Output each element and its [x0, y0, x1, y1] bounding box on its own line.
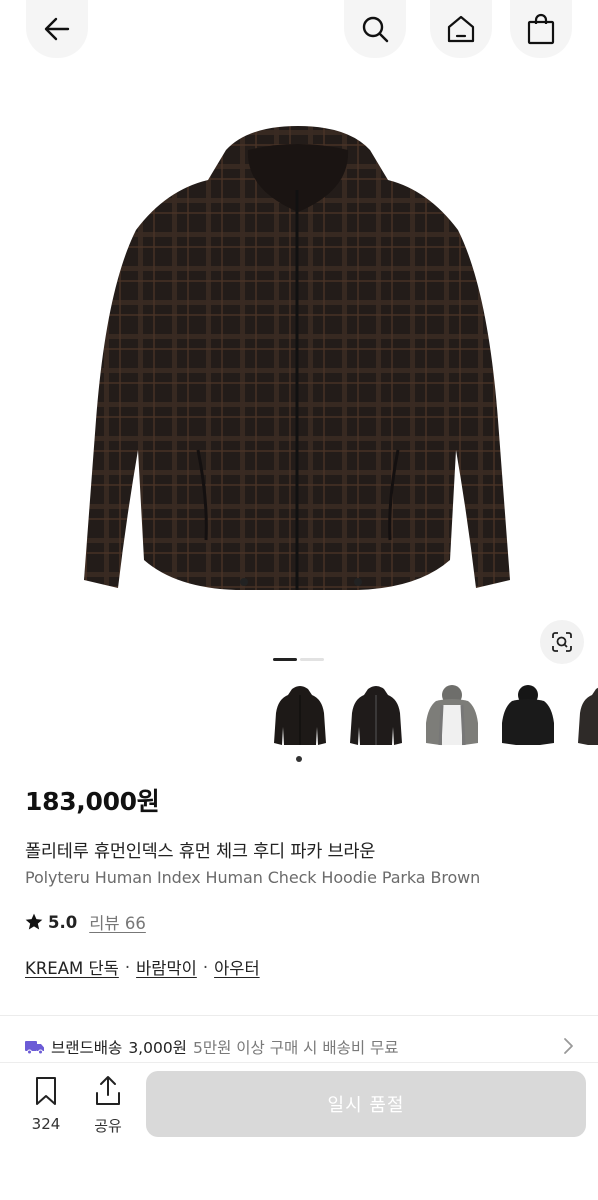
product-rating: 5.0 리뷰 66	[24, 910, 146, 934]
pagination-segment	[273, 658, 297, 661]
sold-out-button[interactable]: 일시 품절	[146, 1071, 586, 1137]
product-price: 183,000원	[25, 787, 160, 816]
truck-icon	[25, 1041, 44, 1055]
shopping-bag-button[interactable]	[510, 0, 572, 58]
rating-score: 5.0	[48, 912, 78, 932]
thumbnail-item[interactable]	[490, 678, 566, 754]
arrow-left-icon	[44, 17, 70, 41]
tag-separator: ·	[124, 957, 131, 977]
share-icon	[96, 1076, 120, 1105]
thumbnail-item[interactable]	[414, 678, 490, 754]
shipping-note: 5만원 이상 구매 시 배송비 무료	[192, 1039, 399, 1057]
back-button[interactable]	[26, 0, 88, 58]
thumbnail-item[interactable]	[338, 678, 414, 754]
product-tags: KREAM 단독 · 바람막이 · 아우터	[25, 955, 260, 979]
top-navigation-bar	[0, 0, 598, 60]
shipping-label: 브랜드배송	[51, 1039, 123, 1057]
thumbnail-image	[274, 686, 326, 745]
shipping-info-row[interactable]: 브랜드배송 3,000원 5만원 이상 구매 시 배송비 무료	[25, 1036, 575, 1058]
gallery-pagination	[273, 658, 324, 661]
home-button[interactable]	[430, 0, 492, 58]
search-icon	[362, 16, 389, 43]
bookmark-icon	[36, 1077, 56, 1105]
home-icon	[447, 15, 475, 43]
save-count: 324	[31, 1115, 61, 1133]
section-divider	[0, 1015, 598, 1016]
thumbnail-image	[426, 685, 478, 746]
save-button[interactable]: 324	[22, 1075, 70, 1133]
tag-windbreaker[interactable]: 바람막이	[136, 955, 197, 979]
thumbnail-image	[578, 687, 598, 745]
thumbnail-image	[350, 686, 402, 745]
search-button[interactable]	[344, 0, 406, 58]
shopping-bag-icon	[527, 13, 555, 45]
pagination-segment	[300, 658, 324, 661]
bottom-action-bar: 324 공유 일시 품절	[0, 1062, 598, 1200]
review-link[interactable]: 리뷰 66	[89, 910, 146, 934]
share-label: 공유	[94, 1117, 122, 1135]
thumbnail-selected-indicator	[296, 756, 302, 762]
thumbnail-strip[interactable]	[262, 678, 598, 762]
star-icon	[25, 913, 43, 930]
product-title-korean: 폴리테루 휴먼인덱스 휴먼 체크 후디 파카 브라운	[25, 842, 376, 862]
tag-kream-exclusive[interactable]: KREAM 단독	[25, 955, 119, 979]
thumbnail-item[interactable]	[566, 678, 598, 754]
product-image	[84, 126, 510, 590]
image-search-button[interactable]	[540, 620, 584, 664]
product-image-gallery[interactable]	[0, 0, 598, 672]
image-search-icon	[552, 632, 572, 652]
product-title-english: Polyteru Human Index Human Check Hoodie …	[25, 868, 481, 887]
thumbnail-image	[502, 685, 554, 745]
tag-separator: ·	[202, 957, 209, 977]
chevron-right-icon	[564, 1038, 573, 1054]
shipping-fee: 3,000원	[128, 1039, 187, 1057]
thumbnail-item[interactable]	[262, 678, 338, 754]
tag-outerwear[interactable]: 아우터	[214, 955, 260, 979]
share-button[interactable]: 공유	[84, 1075, 132, 1136]
